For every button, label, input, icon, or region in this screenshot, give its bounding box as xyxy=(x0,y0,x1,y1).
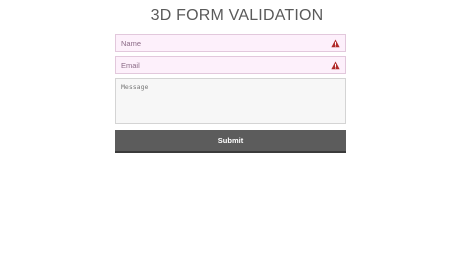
name-input[interactable] xyxy=(116,35,345,51)
message-textarea[interactable] xyxy=(116,79,345,123)
page-title: 3D FORM VALIDATION xyxy=(150,7,324,24)
warning-icon xyxy=(331,61,340,70)
message-field-wrapper xyxy=(115,78,346,124)
contact-form: Submit xyxy=(115,34,346,153)
email-field-wrapper xyxy=(115,56,346,74)
warning-icon xyxy=(331,39,340,48)
page: 3D FORM VALIDATION Submit xyxy=(0,0,474,276)
email-input[interactable] xyxy=(116,57,345,73)
name-field-wrapper xyxy=(115,34,346,52)
submit-button[interactable]: Submit xyxy=(115,130,346,153)
